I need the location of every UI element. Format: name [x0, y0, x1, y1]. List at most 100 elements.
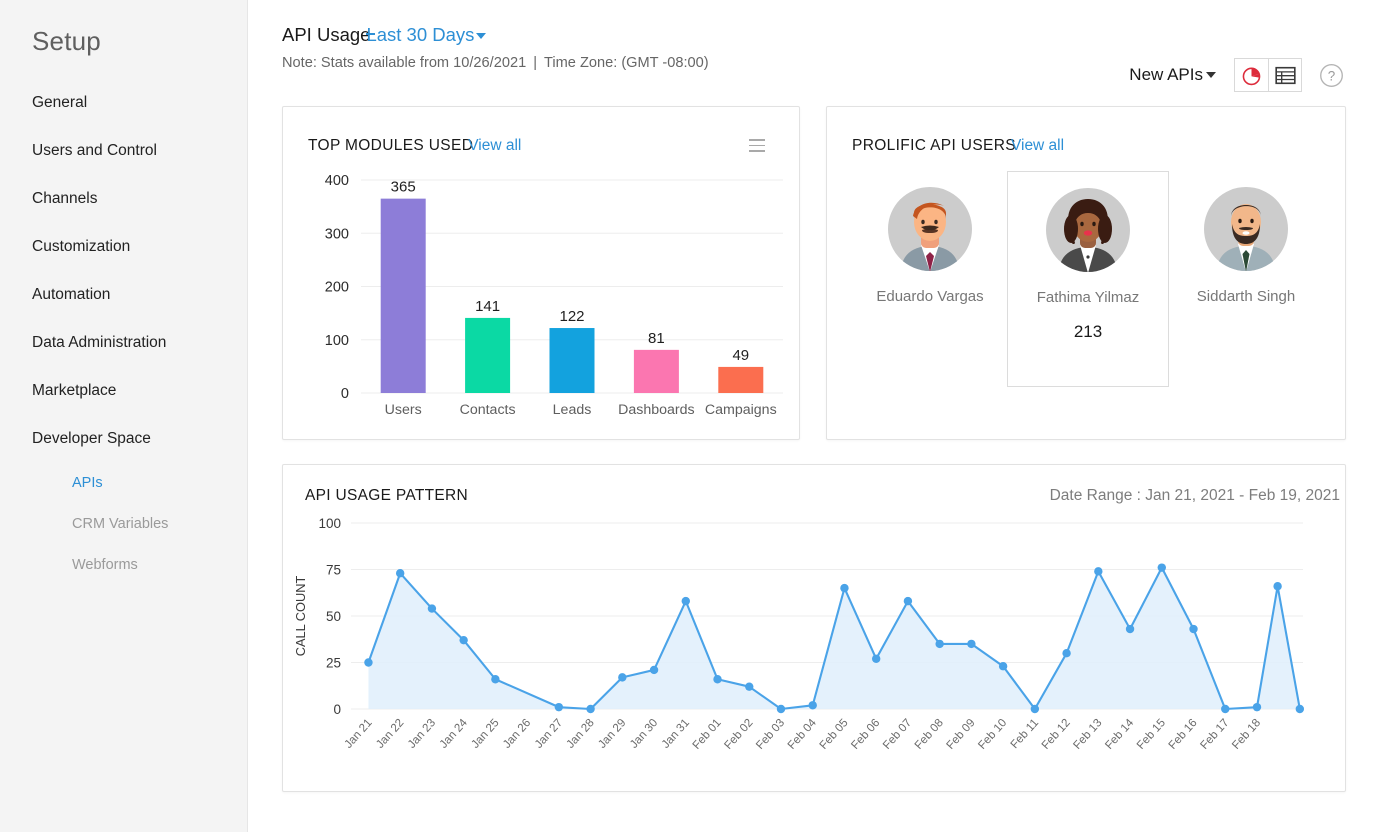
stats-note-text: Note: Stats available from 10/26/2021 — [282, 55, 527, 71]
svg-text:Campaigns: Campaigns — [705, 402, 777, 418]
pattern-header: API USAGE PATTERN — [305, 487, 468, 505]
svg-text:Jan 21: Jan 21 — [342, 716, 375, 751]
svg-text:Jan 22: Jan 22 — [373, 716, 406, 751]
svg-text:Feb 15: Feb 15 — [1134, 716, 1168, 752]
svg-text:Feb 02: Feb 02 — [722, 716, 756, 752]
pattern-date-range: Date Range : Jan 21, 2021 - Feb 19, 2021 — [1049, 487, 1340, 504]
top-modules-card: TOP MODULES USED View all 0 100 200 300 400 3… — [282, 106, 800, 440]
page-title: API Usage — [282, 24, 371, 45]
svg-text:75: 75 — [326, 563, 341, 578]
sidebar-item-data-administration[interactable]: Data Administration — [0, 319, 247, 367]
svg-text:122: 122 — [559, 308, 584, 325]
sidebar-item-customization[interactable]: Customization — [0, 223, 247, 271]
svg-text:50: 50 — [326, 609, 341, 624]
table-view-icon[interactable] — [1268, 59, 1301, 91]
pie-chart-icon[interactable] — [1235, 59, 1268, 91]
svg-text:Feb 10: Feb 10 — [976, 716, 1010, 752]
new-apis-dropdown[interactable]: New APIs — [1129, 65, 1216, 85]
top-modules-bar-chart: 0 100 200 300 400 365 Users 141 Contacts 122 Leads… — [283, 165, 801, 440]
user-call-count: 213 — [1073, 322, 1103, 341]
user-card-eduardo-vargas[interactable]: Eduardo Vargas — [855, 171, 1005, 305]
help-icon[interactable]: ? — [1319, 63, 1344, 88]
svg-text:0: 0 — [333, 702, 341, 717]
view-toggle-group — [1234, 58, 1302, 92]
prolific-users-header: PROLIFIC API USERS View all — [852, 137, 1064, 155]
svg-text:Feb 18: Feb 18 — [1229, 716, 1263, 752]
svg-text:Feb 01: Feb 01 — [690, 716, 724, 752]
top-modules-header: TOP MODULES USED View all — [308, 137, 521, 155]
prolific-users-list: Eduardo Vargas Fathima Yilmaz 213 Siddar… — [855, 171, 1321, 387]
svg-text:0: 0 — [341, 386, 349, 402]
sidebar: Setup General Users and Control Channels… — [0, 0, 248, 832]
prolific-users-card: PROLIFIC API USERS View all Eduardo Varg… — [826, 106, 1346, 440]
svg-text:49: 49 — [732, 347, 749, 364]
svg-text:Feb 13: Feb 13 — [1071, 716, 1105, 752]
svg-text:CALL COUNT: CALL COUNT — [293, 576, 308, 657]
svg-text:400: 400 — [325, 173, 349, 189]
svg-text:200: 200 — [325, 280, 349, 296]
sidebar-subitem-crm-variables[interactable]: CRM Variables — [0, 504, 247, 545]
svg-text:Jan 30: Jan 30 — [627, 716, 660, 751]
user-name: Fathima Yilmaz — [1036, 289, 1140, 306]
api-usage-pattern-card: API USAGE PATTERN Date Range : Jan 21, 2… — [282, 464, 1346, 792]
avatar-siddarth-singh — [1171, 186, 1321, 277]
svg-text:Feb 07: Feb 07 — [880, 716, 914, 752]
new-apis-label: New APIs — [1129, 65, 1203, 84]
sidebar-item-developer-space[interactable]: Developer Space — [0, 415, 247, 463]
sidebar-item-users-and-control[interactable]: Users and Control — [0, 127, 247, 175]
sidebar-item-automation[interactable]: Automation — [0, 271, 247, 319]
avatar-eduardo-vargas — [855, 186, 1005, 277]
svg-text:Feb 04: Feb 04 — [785, 716, 819, 752]
hamburger-line — [749, 139, 765, 141]
prolific-users-title: PROLIFIC API USERS — [852, 137, 1016, 154]
svg-text:25: 25 — [326, 656, 341, 671]
svg-text:Feb 03: Feb 03 — [753, 716, 787, 752]
top-modules-view-all-link[interactable]: View all — [468, 137, 521, 155]
svg-text:Feb 08: Feb 08 — [912, 716, 946, 752]
svg-text:Jan 23: Jan 23 — [405, 716, 438, 751]
prolific-users-view-all-link[interactable]: View all — [1011, 137, 1064, 155]
pattern-title: API USAGE PATTERN — [305, 487, 468, 504]
page-title-row: API Usage Last 30 Days — [282, 24, 1366, 46]
svg-text:81: 81 — [648, 330, 665, 347]
svg-text:Jan 24: Jan 24 — [437, 716, 470, 751]
page-root: Setup General Users and Control Channels… — [0, 0, 1386, 832]
cards-row: TOP MODULES USED View all 0 100 200 300 400 3… — [282, 106, 1366, 440]
header-actions: New APIs ? — [1129, 58, 1344, 92]
svg-text:Feb 11: Feb 11 — [1008, 716, 1041, 751]
sidebar-subitem-apis[interactable]: APIs — [0, 463, 247, 504]
chevron-down-icon — [1206, 72, 1216, 78]
date-range-selector[interactable]: Last 30 Days — [366, 24, 487, 46]
main-content: API Usage Last 30 Days Note: Stats avail… — [248, 0, 1386, 832]
user-card-fathima-yilmaz[interactable]: Fathima Yilmaz 213 — [1007, 171, 1169, 387]
svg-text:Contacts: Contacts — [460, 402, 516, 418]
hamburger-line — [749, 144, 765, 147]
date-range-label: Last 30 Days — [366, 24, 475, 45]
svg-text:Feb 17: Feb 17 — [1198, 716, 1232, 752]
page-header: API Usage Last 30 Days Note: Stats avail… — [282, 24, 1366, 94]
hamburger-line — [749, 150, 765, 152]
svg-text:365: 365 — [391, 179, 416, 196]
sidebar-item-channels[interactable]: Channels — [0, 175, 247, 223]
user-name: Eduardo Vargas — [876, 288, 984, 305]
svg-text:Jan 31: Jan 31 — [659, 716, 692, 751]
svg-text:Jan 28: Jan 28 — [564, 716, 597, 751]
svg-text:Feb 14: Feb 14 — [1103, 716, 1137, 752]
user-card-siddarth-singh[interactable]: Siddarth Singh — [1171, 171, 1321, 305]
strike-decoration — [366, 33, 376, 35]
sidebar-item-general[interactable]: General — [0, 79, 247, 127]
hamburger-menu-icon[interactable] — [749, 139, 765, 156]
svg-text:?: ? — [1328, 68, 1335, 83]
timezone-text: Time Zone: (GMT -08:00) — [544, 55, 709, 71]
svg-text:300: 300 — [325, 226, 349, 242]
api-usage-line-chart: 0 25 50 75 100 CALL COUNT Jan 21 Jan 22 Jan 23 Ja… — [283, 511, 1345, 796]
svg-text:100: 100 — [325, 333, 349, 349]
chevron-down-icon — [476, 33, 487, 39]
svg-text:Jan 27: Jan 27 — [532, 716, 565, 751]
svg-text:Jan 25: Jan 25 — [469, 716, 502, 751]
svg-text:Jan 26: Jan 26 — [500, 716, 533, 751]
svg-text:Feb 16: Feb 16 — [1166, 716, 1200, 752]
sidebar-subitem-webforms[interactable]: Webforms — [0, 545, 247, 586]
svg-text:Feb 09: Feb 09 — [944, 716, 978, 752]
sidebar-item-marketplace[interactable]: Marketplace — [0, 367, 247, 415]
